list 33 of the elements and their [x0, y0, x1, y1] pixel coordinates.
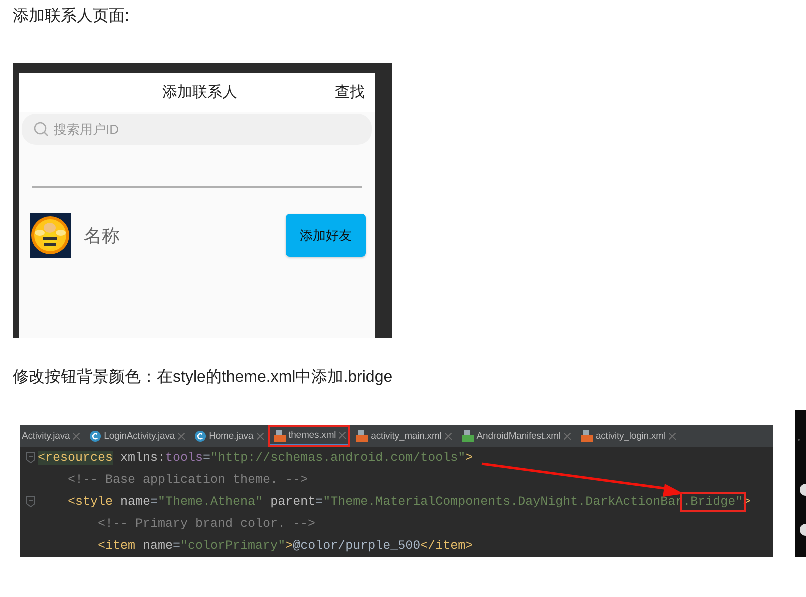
- editor-tab[interactable]: activity_main.xml: [350, 425, 456, 447]
- screen-title: 添加联系人: [162, 83, 238, 102]
- fold-icon[interactable]: [26, 452, 36, 464]
- code-line: <!-- Primary brand color. -->: [98, 517, 316, 531]
- close-icon[interactable]: [444, 432, 452, 440]
- xml-file-icon: [580, 430, 593, 442]
- close-icon[interactable]: [564, 432, 571, 440]
- manifest-file-icon: [462, 430, 474, 442]
- code-line: <!-- Base application theme. -->: [68, 473, 308, 487]
- code-line: <resources xmlns:tools="http://schemas.android.com/tools">: [38, 451, 474, 465]
- editor-tab[interactable]: Activity.java: [20, 425, 84, 447]
- search-field[interactable]: 搜索用户ID: [22, 114, 372, 145]
- section-heading: 修改按钮背景颜色：在style的theme.xml中添加.bridge: [13, 368, 394, 388]
- close-icon[interactable]: [73, 432, 80, 440]
- close-icon[interactable]: [256, 432, 264, 440]
- fold-icon[interactable]: [26, 496, 36, 508]
- close-icon[interactable]: [668, 432, 676, 440]
- editor-tab[interactable]: themes.xml: [268, 425, 350, 447]
- close-icon[interactable]: [178, 432, 186, 440]
- class-icon: [195, 430, 206, 442]
- section-heading: 添加联系人页面:: [13, 6, 130, 27]
- contact-name: 名称: [84, 224, 121, 248]
- xml-file-icon: [356, 430, 368, 442]
- xml-file-icon: [274, 430, 286, 442]
- class-icon: [90, 430, 102, 442]
- add-friend-button[interactable]: 添加好友: [286, 214, 366, 257]
- code-line: <item name="colorPrimary">@color/purple_500</item>: [98, 539, 474, 553]
- editor-tab[interactable]: AndroidManifest.xml: [456, 425, 575, 447]
- search-action[interactable]: 查找: [335, 83, 365, 102]
- close-icon[interactable]: [339, 432, 346, 439]
- editor-tab[interactable]: LoginActivity.java: [84, 425, 190, 447]
- editor-tab[interactable]: Home.java: [189, 425, 268, 447]
- editor-tab[interactable]: activity_login.xml: [574, 425, 680, 447]
